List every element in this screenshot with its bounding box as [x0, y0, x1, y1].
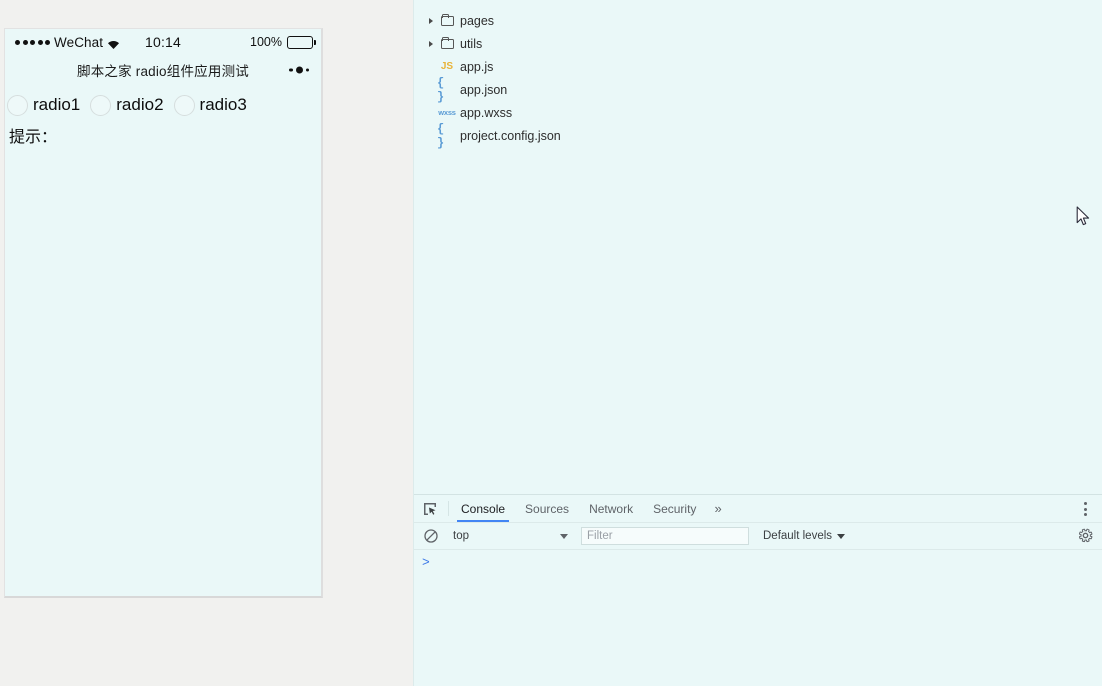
devtools-panel: Console Sources Network Security »	[414, 494, 1102, 686]
triangle-right-icon[interactable]	[424, 41, 437, 47]
json-file-icon: { }	[437, 76, 457, 104]
toolbar-divider	[448, 501, 449, 516]
inspect-element-icon[interactable]	[414, 495, 446, 522]
hint-line: 提示：	[9, 123, 321, 147]
more-vertical-icon[interactable]	[1074, 495, 1096, 523]
simulator-column: WeChat 10:14 100% 脚本之家 radio组件应用测试	[0, 0, 413, 686]
tree-item-label: app.json	[460, 83, 507, 97]
tree-item-project-config-json[interactable]: { } project.config.json	[414, 124, 1102, 147]
radio-label: radio2	[116, 95, 163, 115]
console-levels-value: Default levels	[763, 530, 832, 542]
phone-status-bar: WeChat 10:14 100%	[5, 29, 321, 55]
ide-pane: pages utils JS app.js { } app.json wxss	[413, 0, 1102, 686]
phone-simulator-frame: WeChat 10:14 100% 脚本之家 radio组件应用测试	[4, 28, 323, 598]
chevron-down-icon	[560, 534, 568, 539]
tab-security[interactable]: Security	[643, 495, 706, 522]
triangle-right-icon[interactable]	[424, 18, 437, 24]
console-prompt-row[interactable]: >	[414, 556, 1102, 574]
tree-item-app-wxss[interactable]: wxss app.wxss	[414, 101, 1102, 124]
wxss-file-icon: wxss	[437, 108, 457, 117]
radio-circle-icon[interactable]	[90, 95, 111, 116]
radio-group: radio1 radio2 radio3	[7, 91, 321, 119]
radio-label: radio1	[33, 95, 80, 115]
hint-label: 提示：	[9, 129, 57, 146]
tree-item-label: project.config.json	[460, 129, 561, 143]
folder-icon	[437, 39, 457, 49]
tree-item-app-json[interactable]: { } app.json	[414, 78, 1102, 101]
devtools-tabbar: Console Sources Network Security »	[414, 495, 1102, 523]
chevron-down-icon	[837, 534, 845, 539]
page-title: 脚本之家 radio组件应用测试	[77, 60, 249, 80]
console-filter-bar: top Default levels	[414, 523, 1102, 550]
console-prompt-caret: >	[422, 556, 430, 570]
tree-item-pages[interactable]: pages	[414, 9, 1102, 32]
folder-icon	[437, 16, 457, 26]
tree-item-utils[interactable]: utils	[414, 32, 1102, 55]
tab-console[interactable]: Console	[451, 495, 515, 522]
console-output[interactable]: >	[414, 550, 1102, 685]
radio-option-1[interactable]: radio1	[7, 95, 90, 116]
phone-page-body: radio1 radio2 radio3 提示：	[5, 85, 321, 147]
tree-item-label: app.js	[460, 60, 493, 74]
file-tree: pages utils JS app.js { } app.json wxss	[414, 0, 1102, 147]
more-dots-icon[interactable]	[289, 67, 309, 74]
json-file-icon: { }	[437, 122, 457, 150]
tree-item-label: app.wxss	[460, 106, 512, 120]
gear-icon[interactable]	[1077, 527, 1094, 549]
tree-item-label: pages	[460, 14, 494, 28]
console-context-select[interactable]: top	[447, 527, 572, 546]
battery-percent: 100%	[250, 35, 282, 49]
js-file-icon: JS	[437, 61, 457, 72]
radio-circle-icon[interactable]	[7, 95, 28, 116]
more-tabs-button[interactable]: »	[706, 495, 729, 522]
battery-group: 100%	[250, 29, 313, 55]
battery-full-icon	[287, 36, 313, 49]
console-context-value: top	[453, 530, 469, 542]
console-filter-input[interactable]	[581, 527, 749, 545]
app-root: WeChat 10:14 100% 脚本之家 radio组件应用测试	[0, 0, 1102, 686]
phone-nav-bar: 脚本之家 radio组件应用测试	[5, 55, 321, 85]
radio-option-3[interactable]: radio3	[174, 95, 257, 116]
radio-option-2[interactable]: radio2	[90, 95, 173, 116]
tree-item-label: utils	[460, 37, 482, 51]
tree-item-app-js[interactable]: JS app.js	[414, 55, 1102, 78]
radio-label: radio3	[200, 95, 247, 115]
tab-sources[interactable]: Sources	[515, 495, 579, 522]
tab-network[interactable]: Network	[579, 495, 643, 522]
clear-console-icon[interactable]	[420, 525, 442, 547]
console-levels-select[interactable]: Default levels	[763, 530, 845, 542]
radio-circle-icon[interactable]	[174, 95, 195, 116]
